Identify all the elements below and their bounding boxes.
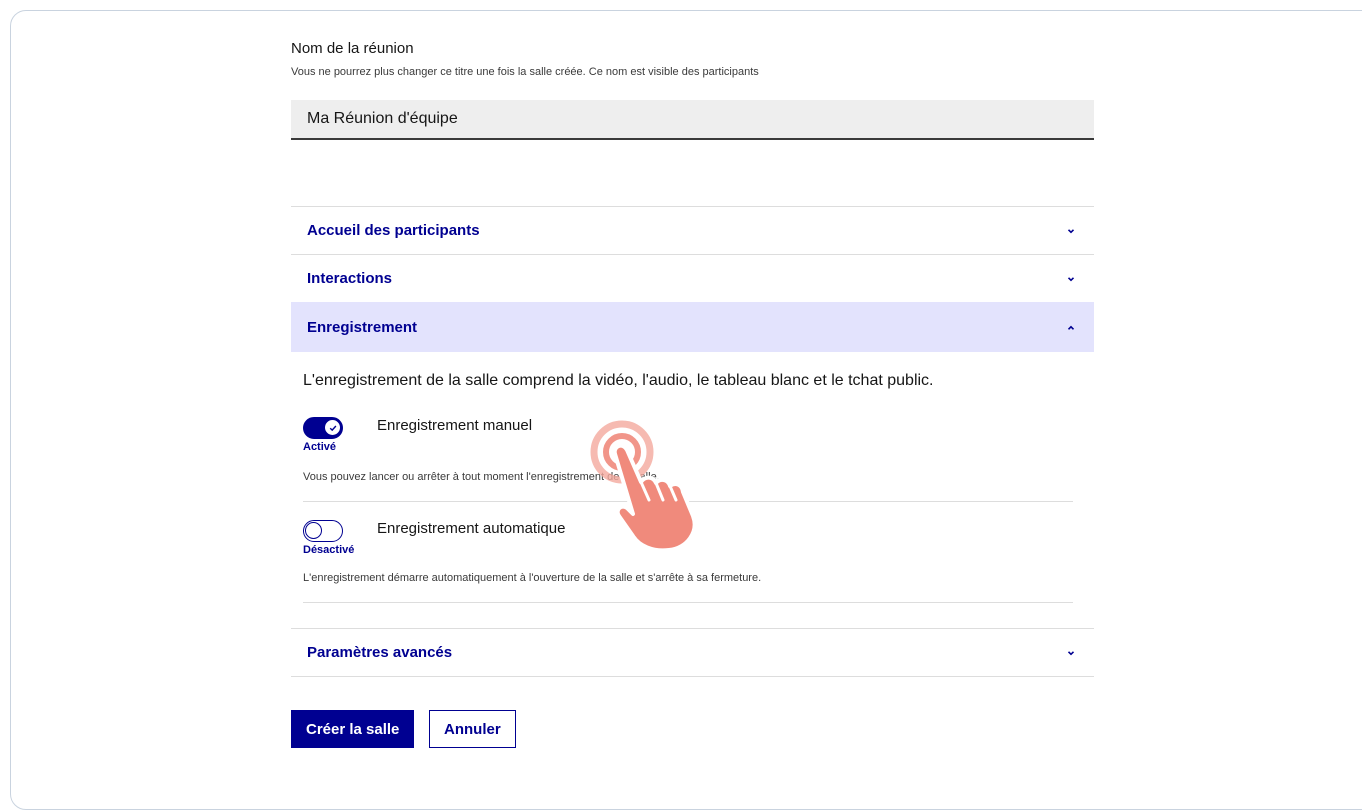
automatic-recording-hint: L'enregistrement démarre automatiquement… [303, 572, 762, 584]
automatic-recording-label: Enregistrement automatique [377, 520, 566, 537]
manual-recording-toggle[interactable] [303, 417, 343, 439]
chevron-down-icon [1064, 272, 1078, 286]
accordion-interactions[interactable]: Interactions [291, 254, 1094, 302]
room-name-label: Nom de la réunion [291, 40, 414, 57]
toggle-knob [305, 522, 322, 539]
divider [303, 501, 1073, 502]
automatic-recording-state: Désactivé [303, 544, 355, 556]
manual-recording-label: Enregistrement manuel [377, 417, 533, 434]
create-room-button[interactable]: Créer la salle [291, 710, 415, 748]
divider [303, 602, 1073, 603]
manual-recording-hint: Vous pouvez lancer ou arrêter à tout mom… [303, 471, 660, 483]
room-name-input[interactable] [291, 100, 1094, 140]
manual-recording-state: Activé [303, 441, 337, 453]
accordion-interactions-title: Interactions [307, 270, 393, 287]
chevron-up-icon [1064, 321, 1078, 335]
accordion-advanced[interactable]: Paramètres avancés [291, 628, 1094, 676]
accordion-welcome-title: Accueil des participants [307, 222, 480, 239]
check-icon [324, 419, 341, 436]
chevron-down-icon [1064, 224, 1078, 238]
accordion-welcome[interactable]: Accueil des participants [291, 206, 1094, 254]
chevron-down-icon [1064, 646, 1078, 660]
room-name-hint: Vous ne pourrez plus changer ce titre un… [291, 66, 759, 78]
accordion-recording[interactable]: Enregistrement [291, 302, 1094, 352]
accordion-recording-title: Enregistrement [307, 319, 418, 336]
cancel-button[interactable]: Annuler [429, 710, 516, 748]
automatic-recording-toggle[interactable] [303, 520, 343, 542]
accordion-bottom-border [291, 676, 1094, 677]
accordion-advanced-title: Paramètres avancés [307, 644, 453, 661]
recording-description: L'enregistrement de la salle comprend la… [303, 372, 934, 389]
